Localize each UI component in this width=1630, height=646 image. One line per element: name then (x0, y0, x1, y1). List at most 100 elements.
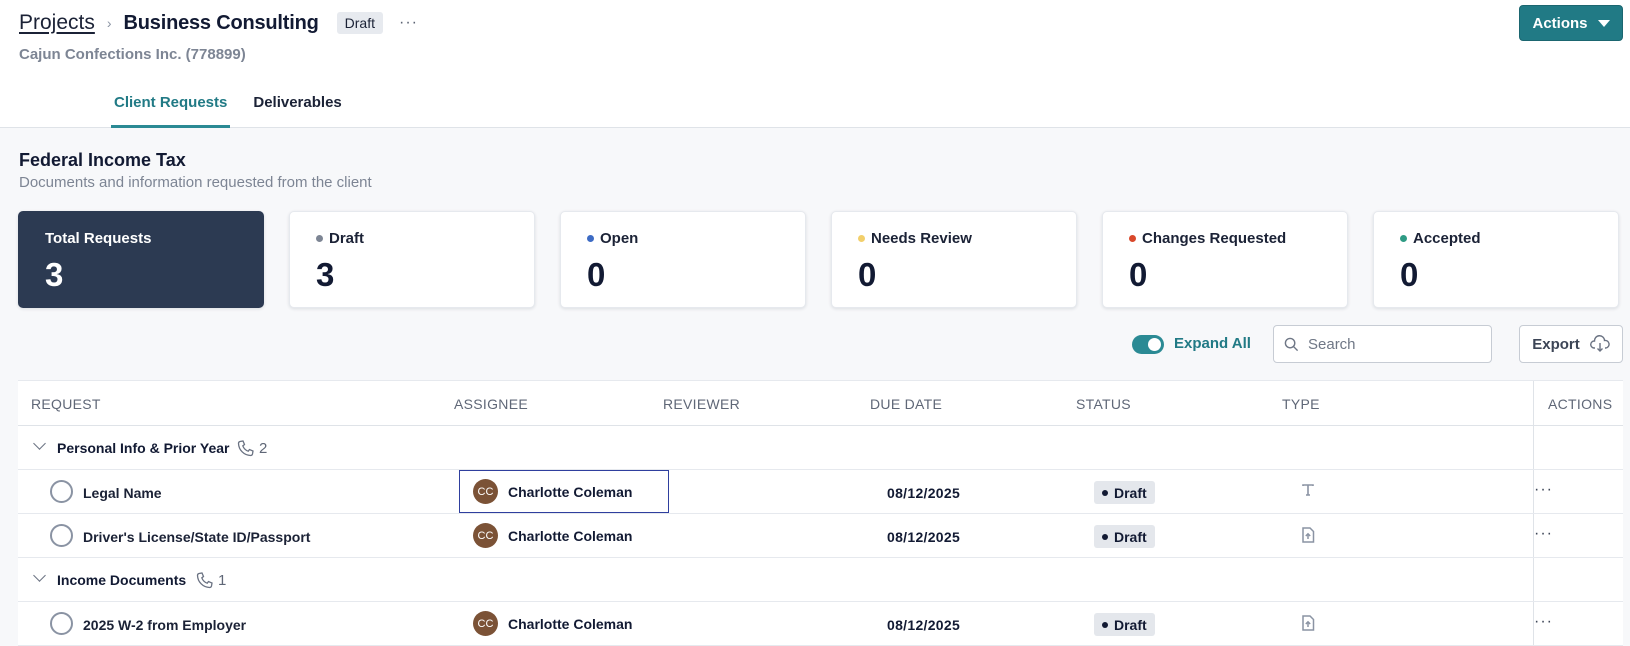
avatar: CC (473, 479, 498, 504)
card-label: Changes Requested (1142, 230, 1287, 247)
section-title: Federal Income Tax (19, 150, 186, 170)
assignee-cell[interactable]: CC Charlotte Coleman (459, 470, 669, 513)
status-badge[interactable]: Draft (1094, 481, 1155, 504)
card-label: Open (600, 230, 639, 247)
row-more-icon[interactable]: ··· (1534, 525, 1553, 543)
status-dot-icon (1102, 489, 1108, 496)
summary-card-draft[interactable]: Draft 3 (289, 211, 535, 308)
search-icon (1284, 337, 1299, 351)
summary-card-total[interactable]: Total Requests 3 (18, 211, 264, 308)
tab-deliverables[interactable]: Deliverables (250, 82, 344, 128)
column-header-due-date[interactable]: DUE DATE (870, 396, 942, 412)
page-header: Projects › Business Consulting Draft ···… (0, 0, 1630, 128)
breadcrumb-projects-link[interactable]: Projects (19, 11, 95, 35)
group-name: Personal Info & Prior Year (57, 440, 230, 456)
text-type-icon (1301, 483, 1315, 502)
card-value: 3 (316, 256, 335, 293)
export-button[interactable]: Export (1519, 325, 1623, 363)
group-count: 2 (237, 439, 267, 457)
table-row[interactable]: 2025 W-2 from Employer CC Charlotte Cole… (18, 602, 1623, 646)
tab-client-requests[interactable]: Client Requests (111, 82, 231, 128)
status-dot-icon (1102, 533, 1108, 540)
complete-radio[interactable] (50, 480, 73, 503)
card-label: Accepted (1413, 230, 1481, 247)
page-title: Business Consulting (123, 11, 319, 34)
requests-table: REQUEST ASSIGNEE REVIEWER DUE DATE STATU… (18, 380, 1623, 646)
card-label: Draft (329, 230, 365, 247)
complete-radio[interactable] (50, 524, 73, 547)
assignee-name: Charlotte Coleman (508, 615, 633, 632)
table-header: REQUEST ASSIGNEE REVIEWER DUE DATE STATU… (18, 381, 1623, 426)
card-value: 3 (45, 256, 64, 293)
chevron-right-icon: › (106, 15, 112, 31)
status-dot-icon (1129, 235, 1136, 242)
group-count-value: 2 (259, 439, 268, 457)
summary-card-needs-review[interactable]: Needs Review 0 (831, 211, 1077, 308)
request-name[interactable]: Driver's License/State ID/Passport (83, 529, 310, 545)
status-label: Draft (1114, 484, 1147, 501)
group-row[interactable]: Personal Info & Prior Year 2 (18, 426, 1623, 470)
toggle-knob (1148, 338, 1161, 351)
avatar: CC (473, 611, 498, 636)
chevron-down-icon[interactable] (33, 569, 46, 582)
table-row[interactable]: Driver's License/State ID/Passport CC Ch… (18, 514, 1623, 558)
column-header-actions: ACTIONS (1548, 396, 1613, 412)
assignee-cell[interactable]: CC Charlotte Coleman (473, 523, 632, 548)
summary-card-accepted[interactable]: Accepted 0 (1373, 211, 1619, 308)
more-options-icon[interactable]: ··· (399, 14, 418, 32)
complete-radio[interactable] (50, 612, 73, 635)
group-count: 1 (196, 571, 226, 589)
table-row[interactable]: Legal Name CC Charlotte Coleman 08/12/20… (18, 470, 1623, 514)
card-value: 0 (587, 256, 606, 293)
row-more-icon[interactable]: ··· (1534, 613, 1553, 631)
section-subtitle: Documents and information requested from… (19, 174, 372, 191)
status-dot-icon (316, 235, 323, 242)
status-label: Draft (1114, 528, 1147, 545)
card-value: 0 (1129, 256, 1148, 293)
file-upload-icon (1301, 527, 1315, 548)
actions-dropdown-button[interactable]: Actions (1519, 5, 1623, 41)
assignee-cell[interactable]: CC Charlotte Coleman (473, 611, 632, 636)
request-name[interactable]: 2025 W-2 from Employer (83, 617, 246, 633)
status-dot-icon (1400, 235, 1407, 242)
card-label: Total Requests (45, 230, 152, 247)
cloud-download-icon (1589, 335, 1610, 352)
tab-bar: Client Requests Deliverables (111, 82, 365, 128)
chevron-down-icon[interactable] (33, 437, 46, 450)
card-value: 0 (858, 256, 877, 293)
summary-card-open[interactable]: Open 0 (560, 211, 806, 308)
status-badge: Draft (336, 12, 383, 34)
group-count-value: 1 (218, 571, 227, 589)
status-badge[interactable]: Draft (1094, 613, 1155, 636)
expand-all-toggle[interactable] (1132, 335, 1164, 354)
due-date[interactable]: 08/12/2025 (887, 529, 960, 545)
card-value: 0 (1400, 256, 1419, 293)
request-name[interactable]: Legal Name (83, 485, 162, 501)
summary-card-changes-requested[interactable]: Changes Requested 0 (1102, 211, 1348, 308)
column-header-reviewer[interactable]: REVIEWER (663, 396, 740, 412)
caret-down-icon (1597, 19, 1610, 27)
phone-icon (237, 440, 254, 457)
avatar: CC (473, 523, 498, 548)
actions-button-label: Actions (1532, 14, 1588, 32)
breadcrumb: Projects › Business Consulting Draft ··· (19, 9, 418, 37)
column-header-status[interactable]: STATUS (1076, 396, 1131, 412)
assignee-name: Charlotte Coleman (508, 483, 633, 500)
status-label: Draft (1114, 616, 1147, 633)
summary-cards: Total Requests 3 Draft 3 Open 0 Needs Re… (18, 211, 1619, 308)
due-date[interactable]: 08/12/2025 (887, 617, 960, 633)
client-subtitle: Cajun Confections Inc. (778899) (19, 46, 246, 63)
status-badge[interactable]: Draft (1094, 525, 1155, 548)
group-row[interactable]: Income Documents 1 (18, 558, 1623, 602)
search-box (1273, 325, 1492, 363)
status-dot-icon (587, 235, 594, 242)
column-header-type[interactable]: TYPE (1282, 396, 1320, 412)
column-header-request[interactable]: REQUEST (31, 396, 101, 412)
row-more-icon[interactable]: ··· (1534, 481, 1553, 499)
search-input[interactable] (1308, 335, 1478, 353)
due-date[interactable]: 08/12/2025 (887, 485, 960, 501)
file-upload-icon (1301, 615, 1315, 636)
assignee-name: Charlotte Coleman (508, 527, 633, 544)
column-header-assignee[interactable]: ASSIGNEE (454, 396, 528, 412)
export-button-label: Export (1532, 335, 1580, 353)
